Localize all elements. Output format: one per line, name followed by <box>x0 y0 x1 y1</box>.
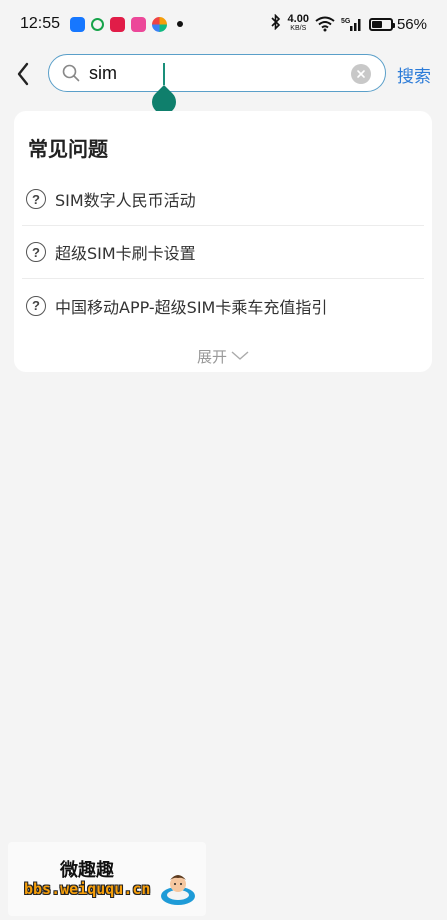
faq-item-label: 超级SIM卡刷卡设置 <box>55 244 196 263</box>
expand-button[interactable]: 展开 <box>22 332 424 380</box>
status-time: 12:55 <box>20 15 61 32</box>
question-icon: ? <box>26 295 46 316</box>
battery-icon <box>368 17 395 31</box>
chevron-down-icon <box>231 351 249 360</box>
battery-percent: 56% <box>396 15 427 33</box>
network-speed-value: 4.00 <box>287 13 309 25</box>
site-watermark: 微趣趣 bbs.weiququ.cn <box>8 842 206 916</box>
faq-item[interactable]: ? SIM数字人民币活动 <box>22 173 424 226</box>
network-speed-unit: KB/S <box>290 25 307 32</box>
search-box[interactable] <box>48 54 386 119</box>
clear-icon <box>357 70 365 78</box>
text-cursor <box>163 63 165 85</box>
status-bar: 12:55 4.00 KB/S 5G 56% <box>0 0 447 48</box>
wifi-icon <box>315 16 335 32</box>
bluetooth-icon <box>270 13 282 34</box>
shop-notification-icon <box>110 16 126 32</box>
faq-item[interactable]: ? 中国移动APP-超级SIM卡乘车充值指引 <box>22 279 424 332</box>
back-arrow-icon <box>17 62 29 86</box>
search-input[interactable] <box>89 58 339 88</box>
watermark-title: 微趣趣 <box>60 860 114 881</box>
search-header: 搜索 <box>0 52 447 119</box>
faq-title: 常见问题 <box>28 137 108 161</box>
clear-search-button[interactable] <box>351 64 371 84</box>
mobile-notification-icon <box>91 17 105 31</box>
question-icon: ? <box>26 242 46 262</box>
back-button[interactable] <box>0 52 46 96</box>
expand-label: 展开 <box>196 347 227 366</box>
app-notification-icon <box>70 16 86 32</box>
notification-icons <box>70 16 184 32</box>
mascot-icon <box>161 875 195 905</box>
more-notifications-dot-icon <box>177 21 184 27</box>
svg-text:5G: 5G <box>341 18 351 25</box>
app-notification-icon <box>131 16 147 32</box>
faq-item[interactable]: ? 超级SIM卡刷卡设置 <box>22 226 424 279</box>
faq-card: 常见问题 ? SIM数字人民币活动 ? 超级SIM卡刷卡设置 ? 中国移动APP… <box>14 111 432 372</box>
question-icon: ? <box>26 189 46 209</box>
search-icon <box>62 64 80 82</box>
search-button[interactable]: 搜索 <box>397 62 431 87</box>
network-speed: 4.00 KB/S <box>287 13 309 33</box>
browser-notification-icon <box>152 16 168 32</box>
faq-item-label: SIM数字人民币活动 <box>55 191 196 210</box>
cellular-signal-icon: 5G <box>341 16 363 32</box>
faq-item-label: 中国移动APP-超级SIM卡乘车充值指引 <box>55 297 328 317</box>
battery-indicator: 56% <box>368 15 427 33</box>
watermark-url: bbs.weiququ.cn <box>24 880 151 898</box>
